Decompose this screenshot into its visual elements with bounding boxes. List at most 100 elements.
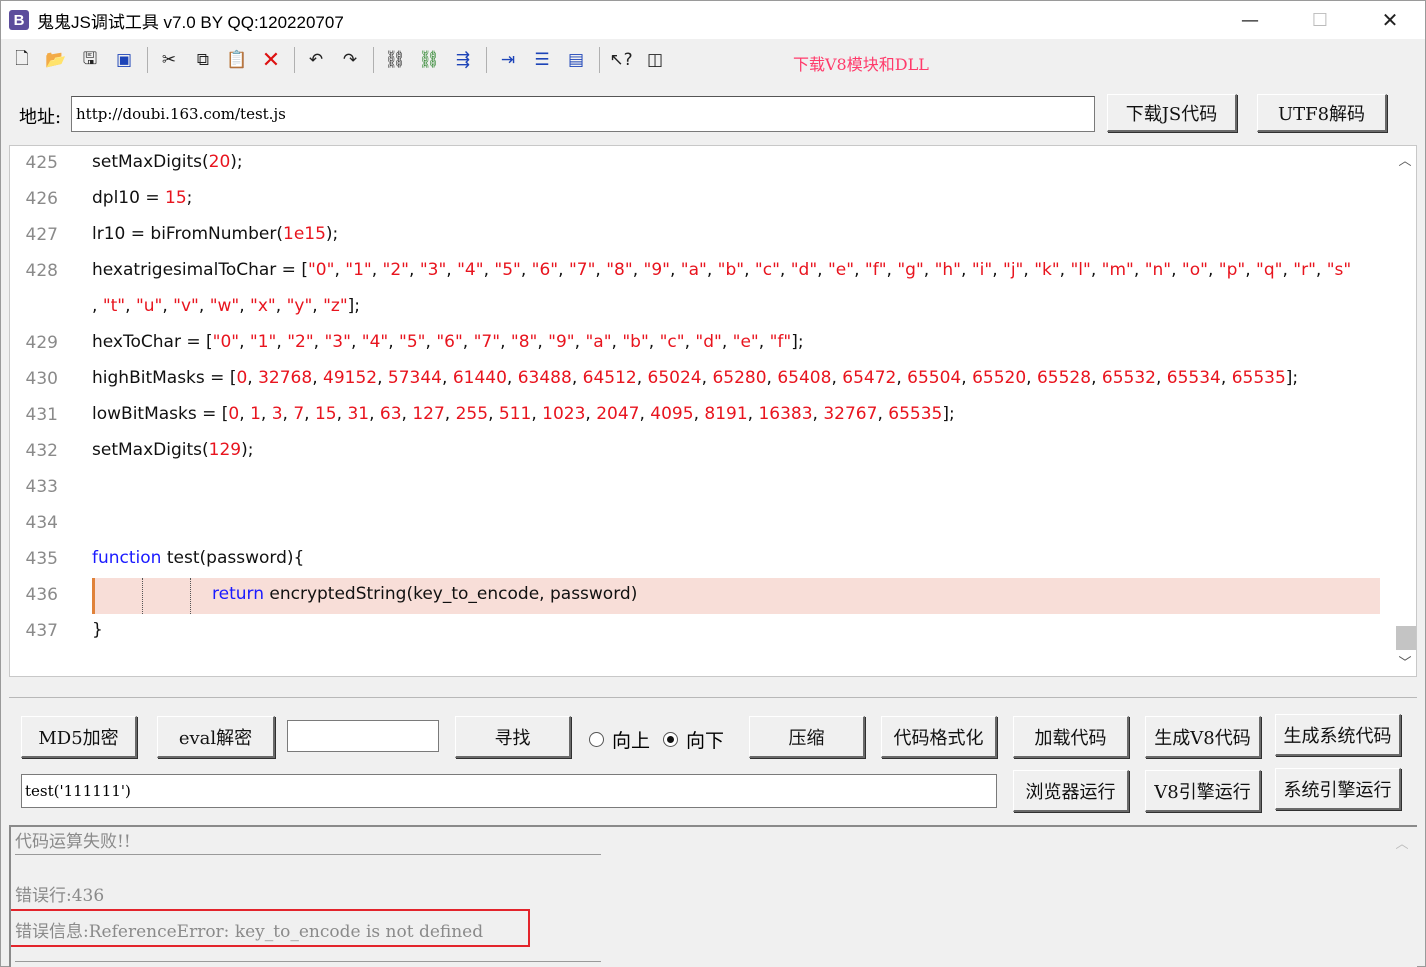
cut-icon[interactable]: ✂ (154, 45, 184, 75)
generate-v8-code-button[interactable]: 生成V8代码 (1145, 716, 1261, 758)
radio-down-label: 向下 (686, 730, 725, 752)
indent-guide (142, 578, 143, 614)
code-text: setMaxDigits(20); (92, 152, 243, 172)
toolbar-separator (294, 47, 295, 73)
panel-icon[interactable]: ◫ (640, 45, 670, 75)
code-editor[interactable]: 425 setMaxDigits(20); 426 dpl10 = 15; 427 lr1… (9, 145, 1417, 677)
line-number: 435 (25, 549, 58, 569)
md5-encrypt-button[interactable]: MD5加密 (21, 716, 137, 758)
redo-icon[interactable]: ↷ (335, 45, 365, 75)
window-title: 鬼鬼JS调试工具 v7.0 BY QQ:120220707 (37, 12, 344, 32)
code-text: return encryptedString(key_to_encode, pa… (212, 584, 638, 604)
output-divider (15, 961, 601, 962)
code-text: hexatrigesimalToChar = ["0", "1", "2", "… (92, 260, 1352, 280)
scroll-thumb[interactable] (1396, 626, 1416, 650)
code-text: lr10 = biFromNumber(1e15); (92, 224, 339, 244)
toolbar-separator (147, 47, 148, 73)
compress-button[interactable]: 压缩 (749, 716, 865, 758)
editor-scrollbar[interactable]: ︿ ﹀ (1394, 146, 1416, 676)
find-icon[interactable]: ⛓ (380, 45, 410, 75)
save-all-icon[interactable]: ▣ (109, 45, 139, 75)
utf8-decode-button[interactable]: UTF8解码 (1257, 94, 1387, 132)
indent-icon[interactable]: ⇥ (493, 45, 523, 75)
download-js-button[interactable]: 下载JS代码 (1107, 94, 1237, 132)
line-number: 428 (25, 261, 58, 281)
radio-down[interactable]: 向下 (663, 726, 724, 753)
command-input[interactable]: test('111111') (21, 774, 997, 808)
browser-run-button[interactable]: 浏览器运行 (1013, 770, 1129, 812)
help-pointer-icon[interactable]: ↖? (606, 45, 636, 75)
code-line[interactable]: 437} (10, 614, 1382, 650)
scroll-down-icon[interactable]: ﹀ (1394, 652, 1416, 671)
line-number: 436 (25, 585, 58, 605)
line-number: 429 (25, 333, 58, 353)
close-button[interactable]: ✕ (1355, 1, 1425, 39)
numbered-list-icon[interactable]: ☰ (527, 45, 557, 75)
line-number: 431 (25, 405, 58, 425)
code-line[interactable]: 430 highBitMasks = [0, 32768, 49152, 5734… (10, 362, 1382, 398)
window-icon[interactable]: ▤ (561, 45, 591, 75)
code-line[interactable]: 426 dpl10 = 15; (10, 182, 1382, 218)
code-line[interactable]: 432 setMaxDigits(129); (10, 434, 1382, 470)
code-text: dpl10 = 15; (92, 188, 193, 208)
code-text: highBitMasks = [0, 32768, 49152, 57344, … (92, 368, 1299, 388)
eval-decrypt-button[interactable]: eval解密 (157, 716, 275, 758)
code-line[interactable]: 431 lowBitMasks = [0, 1, 3, 7, 15, 31, 63… (10, 398, 1382, 434)
code-text: } (92, 620, 103, 640)
system-engine-run-button[interactable]: 系统引擎运行 (1275, 768, 1401, 810)
radio-up-dot[interactable] (589, 732, 604, 747)
open-folder-icon[interactable]: 📂 (41, 45, 71, 75)
output-divider (15, 854, 601, 855)
maximize-button[interactable]: ☐ (1285, 1, 1355, 39)
scroll-up-icon[interactable]: ︿ (1394, 150, 1416, 169)
line-number: 433 (25, 477, 58, 497)
v8-engine-run-button[interactable]: V8引擎运行 (1145, 770, 1261, 812)
minimize-button[interactable]: — (1215, 1, 1285, 39)
search-input[interactable] (287, 720, 439, 752)
line-number: 427 (25, 225, 58, 245)
find-next-icon[interactable]: ⛓ (414, 45, 444, 75)
code-line[interactable]: 425 setMaxDigits(20); (10, 146, 1382, 182)
code-line[interactable]: 435 function test(password){ (10, 542, 1382, 578)
new-file-icon[interactable]: 🗋 (7, 45, 37, 75)
code-line[interactable]: 428 hexatrigesimalToChar = ["0", "1", "2"… (10, 254, 1382, 290)
radio-down-dot[interactable] (663, 732, 678, 747)
output-panel[interactable]: 代码运算失败!! 错误行:436 错误信息:ReferenceError: ke… (9, 825, 1417, 967)
download-v8-link[interactable]: 下载V8模块和DLL (793, 51, 929, 75)
output-scroll-up-icon[interactable]: ︿ (1393, 833, 1411, 852)
copy-icon[interactable]: ⧉ (188, 45, 218, 75)
output-error-message: 错误信息:ReferenceError: key_to_encode is no… (15, 922, 484, 942)
code-line[interactable]: 429 hexToChar = ["0", "1", "2", "3", "4",… (10, 326, 1382, 362)
find-button[interactable]: 寻找 (455, 716, 571, 758)
save-icon[interactable]: 🖫 (75, 45, 105, 75)
address-panel: 地址: http://doubi.163.com/test.js 下载JS代码 … (9, 83, 1417, 143)
address-label: 地址: (19, 107, 62, 128)
load-code-button[interactable]: 加载代码 (1013, 716, 1129, 758)
list-icon[interactable]: ⇶ (448, 45, 478, 75)
line-number: 434 (25, 513, 58, 533)
paste-icon[interactable]: 📋 (222, 45, 252, 75)
line-number: 430 (25, 369, 58, 389)
toolbar-separator (486, 47, 487, 73)
line-number: 425 (25, 153, 58, 173)
format-code-button[interactable]: 代码格式化 (881, 716, 997, 758)
app-icon: B (9, 10, 29, 30)
control-panel: MD5加密 eval解密 寻找 向上 向下 压缩 代码格式化 加载代码 生成V8… (9, 697, 1417, 825)
undo-icon[interactable]: ↶ (301, 45, 331, 75)
code-text: , "t", "u", "v", "w", "x", "y", "z"]; (92, 296, 361, 316)
code-line[interactable]: 427 lr10 = biFromNumber(1e15); (10, 218, 1382, 254)
line-number: 432 (25, 441, 58, 461)
line-number: 426 (25, 189, 58, 209)
code-line[interactable]: , "t", "u", "v", "w", "x", "y", "z"]; (10, 290, 1382, 326)
toolbar-separator (599, 47, 600, 73)
code-line[interactable]: 436 return encryptedString(key_to_encode,… (10, 578, 1382, 614)
generate-system-code-button[interactable]: 生成系统代码 (1275, 714, 1401, 756)
line-number: 437 (25, 621, 58, 641)
radio-up[interactable]: 向上 (589, 726, 650, 753)
code-line[interactable]: 434 (10, 506, 1382, 542)
address-input[interactable]: http://doubi.163.com/test.js (71, 96, 1095, 132)
code-text: lowBitMasks = [0, 1, 3, 7, 15, 31, 63, 1… (92, 404, 955, 424)
code-text: setMaxDigits(129); (92, 440, 254, 460)
delete-icon[interactable]: ✕ (256, 45, 286, 75)
code-line[interactable]: 433 (10, 470, 1382, 506)
